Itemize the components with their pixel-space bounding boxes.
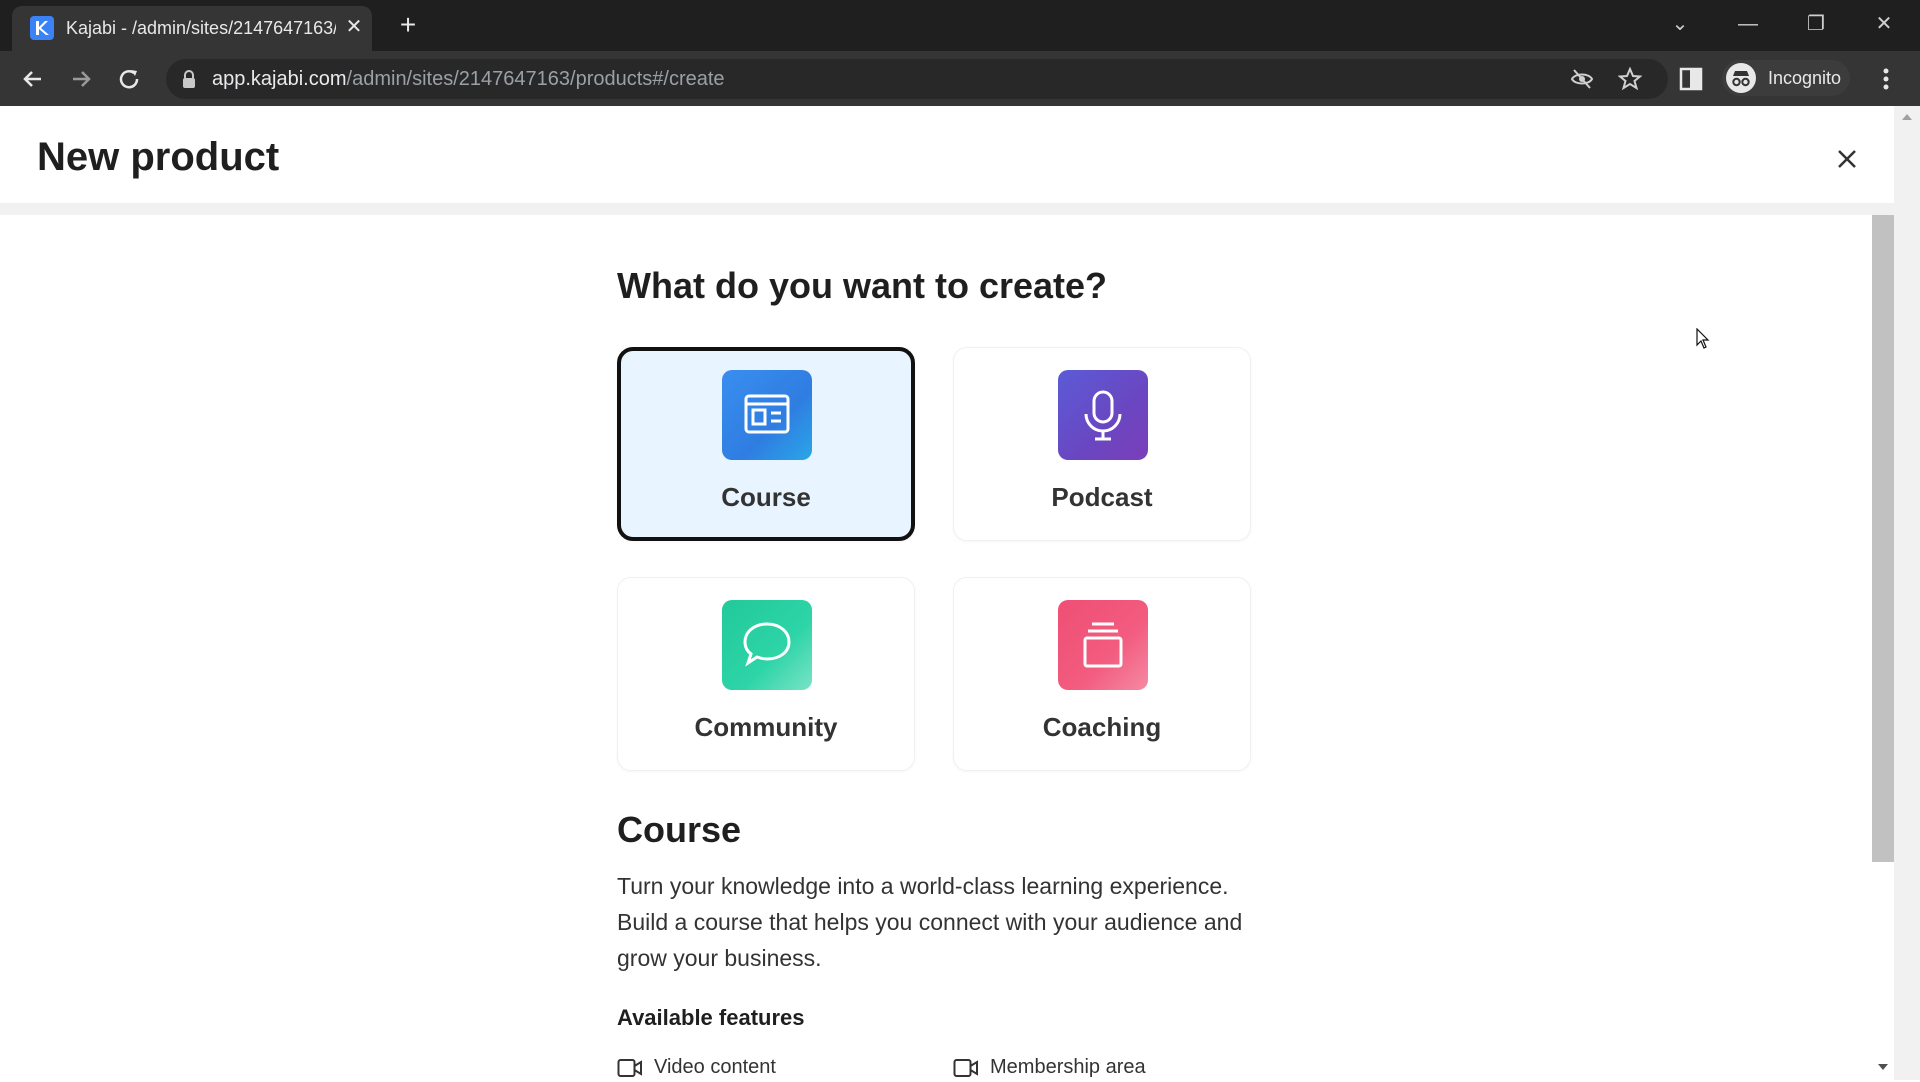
product-card-label: Course (721, 482, 811, 512)
url-host: app.kajabi.com (212, 68, 347, 90)
selected-product-description: Turn your knowledge into a world-class l… (617, 873, 1243, 971)
side-panel-icon[interactable] (1678, 66, 1704, 92)
product-card-label: Coaching (1042, 712, 1162, 742)
window-close-icon[interactable]: ✕ (1864, 6, 1904, 42)
restore-icon[interactable]: ❐ (1796, 6, 1836, 42)
url-path: /admin/sites/2147647163/products#/create (346, 68, 725, 90)
scrollbar-track[interactable] (1894, 106, 1920, 1080)
feature-label: Video content (654, 1056, 776, 1078)
new-tab-icon[interactable]: + (392, 10, 424, 42)
mouse-cursor-icon (1696, 328, 1710, 349)
url-text[interactable]: app.kajabi.com/admin/sites/2147647163/pr… (212, 67, 725, 91)
course-icon (722, 370, 812, 460)
product-card-coaching[interactable]: Coaching (953, 577, 1251, 771)
selected-product-title: Course (617, 809, 742, 850)
tab-close-icon[interactable]: ✕ (342, 14, 366, 40)
scrollbar-thumb[interactable] (1872, 215, 1894, 862)
back-icon[interactable] (16, 62, 50, 96)
product-card-podcast[interactable]: Podcast (953, 347, 1251, 541)
available-features-heading: Available features (617, 1005, 805, 1030)
product-card-community[interactable]: Community (617, 577, 915, 771)
create-question-heading: What do you want to create? (617, 265, 1108, 306)
video-icon (617, 1059, 642, 1077)
profile-label: Incognito (1768, 68, 1842, 88)
incognito-profile-button[interactable]: Incognito (1722, 60, 1850, 96)
product-card-course[interactable]: Course (617, 347, 915, 541)
chat-bubble-icon (722, 600, 812, 690)
tab-search-icon[interactable]: ⌄ (1660, 6, 1700, 42)
address-bar[interactable]: app.kajabi.com/admin/sites/2147647163/pr… (166, 59, 1668, 99)
product-card-label: Podcast (1051, 482, 1153, 512)
eye-off-icon[interactable] (1570, 67, 1594, 91)
scroll-up-icon[interactable] (1900, 112, 1914, 122)
coaching-icon (1058, 600, 1148, 690)
browser-tab-bar: Kajabi - /admin/sites/2147647163/product… (0, 0, 1920, 51)
page-title: New product (37, 135, 280, 179)
incognito-icon (1726, 63, 1756, 93)
kajabi-favicon-icon (30, 16, 54, 40)
scroll-down-icon[interactable] (1876, 1062, 1890, 1072)
modal-header: New product (0, 106, 1894, 203)
tab-title: Kajabi - /admin/sites/2147647163/product… (66, 18, 336, 38)
close-icon[interactable] (1834, 146, 1860, 172)
header-divider (0, 203, 1894, 215)
more-icon[interactable] (1876, 64, 1896, 94)
video-icon (953, 1059, 978, 1077)
star-icon[interactable] (1618, 67, 1642, 91)
forward-icon[interactable] (64, 62, 98, 96)
microphone-icon (1058, 370, 1148, 460)
minimize-icon[interactable]: — (1728, 6, 1768, 42)
browser-tab[interactable]: Kajabi - /admin/sites/2147647163/product… (12, 6, 372, 51)
reload-icon[interactable] (112, 62, 146, 96)
product-card-label: Community (694, 712, 838, 742)
lock-icon[interactable] (180, 68, 198, 90)
feature-label: Membership area (990, 1056, 1146, 1078)
